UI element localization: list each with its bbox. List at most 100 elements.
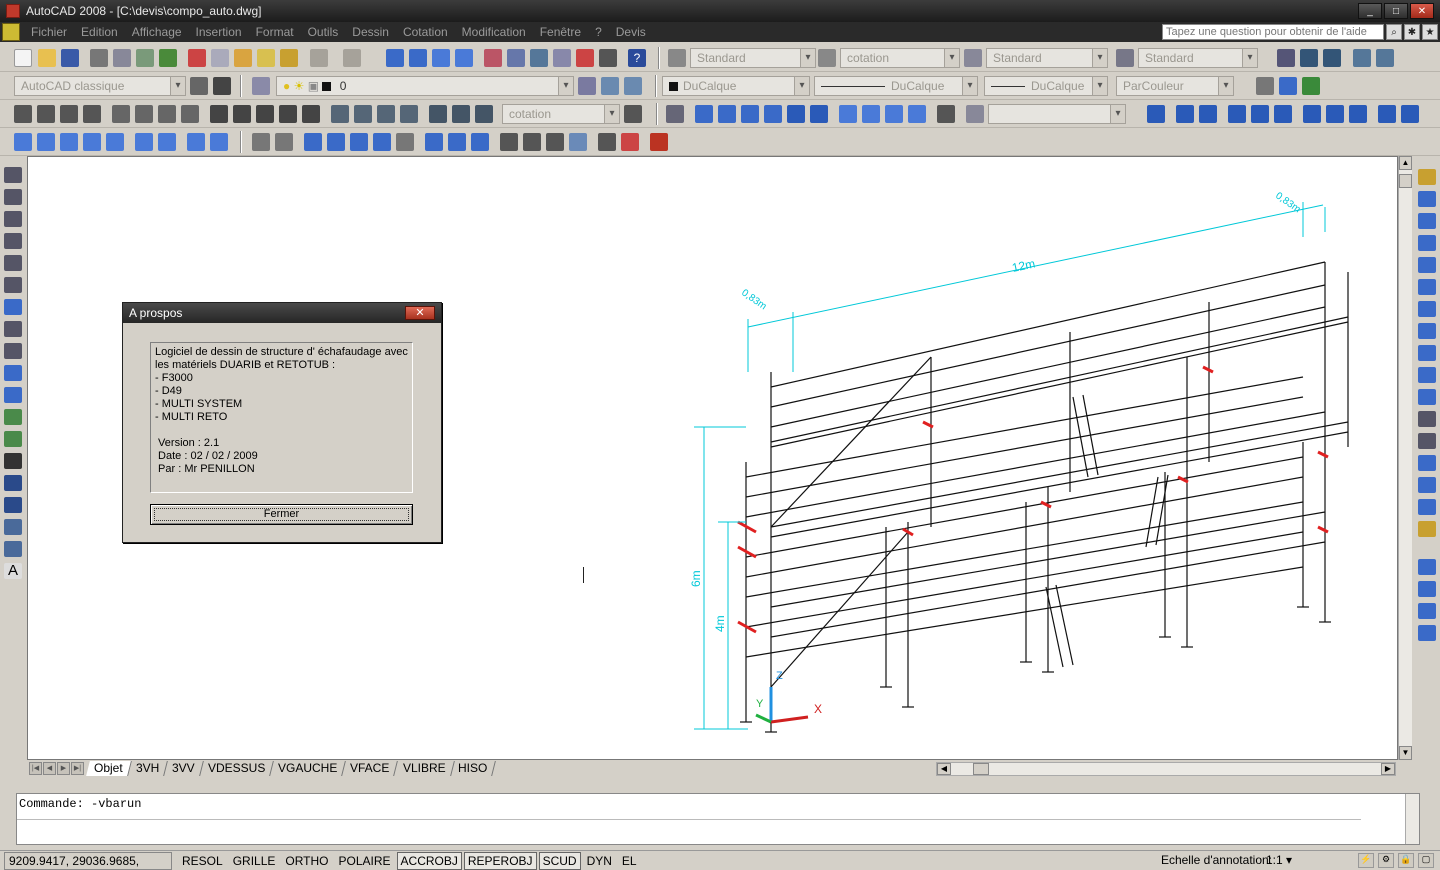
layer-states-icon[interactable] xyxy=(624,77,642,95)
extend-icon[interactable] xyxy=(1418,389,1436,405)
snap-intersection-icon[interactable] xyxy=(350,133,368,151)
fillet-icon[interactable] xyxy=(1418,499,1436,515)
multileader-style-icon[interactable] xyxy=(1116,49,1134,67)
vertical-scrollbar[interactable]: ▲ ▼ xyxy=(1398,156,1412,760)
polyline-icon[interactable] xyxy=(4,211,22,227)
markup-icon[interactable] xyxy=(576,49,594,67)
coordinates-readout[interactable]: 9209.9417, 29036.9685, 0.0000 xyxy=(4,851,172,870)
search-help-icon[interactable]: ⌕ xyxy=(1386,24,1402,40)
zoom-realtime-icon[interactable] xyxy=(409,49,427,67)
move-icon[interactable] xyxy=(1418,279,1436,295)
command-scrollbar[interactable] xyxy=(1405,794,1419,844)
spline-icon[interactable] xyxy=(4,343,22,359)
tab-vface[interactable]: VFACE xyxy=(342,761,399,776)
ucs-y-icon[interactable] xyxy=(1401,105,1419,123)
ucs-view-icon[interactable] xyxy=(1274,105,1292,123)
tab-prev-icon[interactable]: ◀ xyxy=(43,762,56,775)
ucs-zaxis-icon[interactable] xyxy=(1326,105,1344,123)
revision-cloud-icon[interactable] xyxy=(4,321,22,337)
gradient-icon[interactable] xyxy=(4,497,22,513)
copy-object-icon[interactable] xyxy=(1418,191,1436,207)
design-center-icon[interactable] xyxy=(507,49,525,67)
join-icon[interactable] xyxy=(1418,455,1436,471)
erase-icon[interactable] xyxy=(1418,169,1436,185)
menu-modification[interactable]: Modification xyxy=(455,25,533,39)
make-block-icon[interactable] xyxy=(4,431,22,447)
insert-block-icon[interactable] xyxy=(4,409,22,425)
snap-from-icon[interactable] xyxy=(275,133,293,151)
menu-affichage[interactable]: Affichage xyxy=(125,25,189,39)
snap-quadrant-icon[interactable] xyxy=(448,133,466,151)
ne-iso-icon[interactable] xyxy=(885,105,903,123)
zoom-extents-icon[interactable] xyxy=(210,133,228,151)
devis-tool-2-icon[interactable] xyxy=(1279,77,1297,95)
publish-web-icon[interactable] xyxy=(159,49,177,67)
zoom-in-icon[interactable] xyxy=(135,133,153,151)
ucs-object-icon[interactable] xyxy=(1251,105,1269,123)
tolerance-icon[interactable] xyxy=(331,105,349,123)
fermer-button[interactable]: Fermer xyxy=(150,504,413,525)
block-editor-icon[interactable] xyxy=(280,49,298,67)
snap-extension-icon[interactable] xyxy=(396,133,414,151)
scroll-down-arrow-icon[interactable]: ▼ xyxy=(1399,746,1412,760)
favorites-icon[interactable]: ★ xyxy=(1422,24,1438,40)
clean-screen-icon[interactable]: ▢ xyxy=(1418,853,1434,868)
tab-vdessus[interactable]: VDESSUS xyxy=(199,761,274,776)
toolbar-lock-status-icon[interactable]: 🔒 xyxy=(1398,853,1414,868)
tab-objet[interactable]: Objet xyxy=(86,761,132,776)
osnap-settings-icon[interactable] xyxy=(650,133,668,151)
status-el-button[interactable]: EL xyxy=(618,852,641,870)
rectangle-icon[interactable] xyxy=(4,255,22,271)
aligned-dim-icon[interactable] xyxy=(37,105,55,123)
dim-style-manager-icon[interactable] xyxy=(624,105,642,123)
multiline-text-icon[interactable]: A xyxy=(4,563,22,579)
zoom-center-icon[interactable] xyxy=(83,133,101,151)
dialog-close-button[interactable]: ✕ xyxy=(405,306,435,320)
print-preview-icon[interactable] xyxy=(113,49,131,67)
status-grille-button[interactable]: GRILLE xyxy=(229,852,280,870)
draworder-above-icon[interactable] xyxy=(1418,603,1436,619)
scroll-up-arrow-icon[interactable]: ▲ xyxy=(1399,156,1412,170)
help-search-input[interactable]: Tapez une question pour obtenir de l'aid… xyxy=(1162,24,1384,40)
table-style-icon[interactable] xyxy=(964,49,982,67)
ordinate-dim-icon[interactable] xyxy=(83,105,101,123)
snap-nearest-icon[interactable] xyxy=(598,133,616,151)
toolbar-lock-icon[interactable] xyxy=(213,77,231,95)
menu-insertion[interactable]: Insertion xyxy=(189,25,249,39)
view-right-icon[interactable] xyxy=(764,105,782,123)
region-icon[interactable] xyxy=(4,519,22,535)
match-properties-icon[interactable] xyxy=(257,49,275,67)
workspace-settings-icon[interactable] xyxy=(190,77,208,95)
angular-dim-icon[interactable] xyxy=(181,105,199,123)
status-scud-button[interactable]: SCUD xyxy=(538,851,581,870)
tab-3vv[interactable]: 3VV xyxy=(164,761,204,776)
add-leader-icon[interactable] xyxy=(1300,49,1318,67)
properties-icon[interactable] xyxy=(484,49,502,67)
save-icon[interactable] xyxy=(61,49,79,67)
dim-space-icon[interactable] xyxy=(279,105,297,123)
nw-iso-icon[interactable] xyxy=(908,105,926,123)
menu-edition[interactable]: Edition xyxy=(74,25,125,39)
offset-icon[interactable] xyxy=(1418,235,1436,251)
layer-select[interactable]: ● ☀ ▣ 0 xyxy=(276,76,574,96)
status-dyn-button[interactable]: DYN xyxy=(583,852,616,870)
status-reperobj-button[interactable]: REPEROBJ xyxy=(463,851,537,870)
dim-update-icon[interactable] xyxy=(475,105,493,123)
multileader-style-select[interactable]: Standard xyxy=(1138,48,1258,68)
tab-next-icon[interactable]: ▶ xyxy=(57,762,70,775)
menu-cotation[interactable]: Cotation xyxy=(396,25,455,39)
ucs-x-icon[interactable] xyxy=(1378,105,1396,123)
dim-break-icon[interactable] xyxy=(302,105,320,123)
status-accrobj-button[interactable]: ACCROBJ xyxy=(396,851,462,870)
pan-realtime-icon[interactable] xyxy=(386,49,404,67)
tab-3vh[interactable]: 3VH xyxy=(127,761,168,776)
calculator-icon[interactable] xyxy=(599,49,617,67)
quick-dim-icon[interactable] xyxy=(210,105,228,123)
snap-node-icon[interactable] xyxy=(569,133,587,151)
zoom-scale-icon[interactable] xyxy=(60,133,78,151)
snap-tangent-icon[interactable] xyxy=(471,133,489,151)
cut-icon[interactable] xyxy=(188,49,206,67)
annotation-visibility-icon[interactable]: ⚡ xyxy=(1358,853,1374,868)
help-icon[interactable]: ? xyxy=(628,49,646,67)
dim-style-select[interactable]: cotation xyxy=(840,48,960,68)
